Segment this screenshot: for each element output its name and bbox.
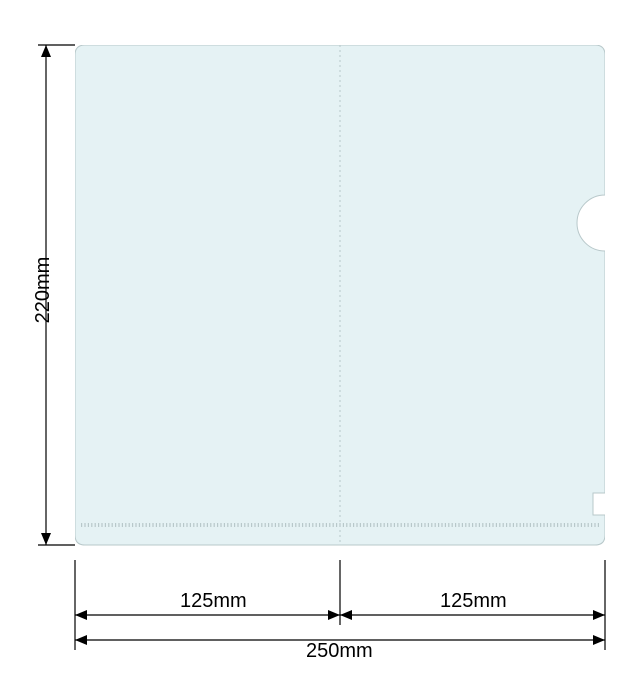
full-width-dimension (75, 560, 605, 650)
folder-shape (75, 45, 605, 555)
full-width-label: 250mm (306, 640, 373, 663)
diagram-canvas: 220mm 125mm 125mm 250mm (0, 0, 630, 694)
half-width-dimension (75, 560, 605, 625)
half-left-label: 125mm (180, 590, 247, 613)
half-right-label: 125mm (440, 590, 507, 613)
height-label: 220mm (32, 257, 55, 324)
